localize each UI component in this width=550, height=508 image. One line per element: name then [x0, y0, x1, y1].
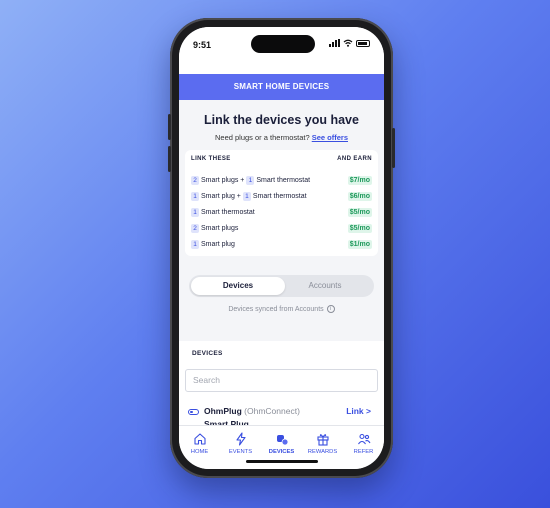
status-time: 9:51	[193, 40, 212, 50]
tab-devices-segment[interactable]: Devices	[191, 277, 285, 295]
device-list-item[interactable]: OhmPlug (OhmConnect) Smart Plug Link >	[188, 406, 375, 425]
device-text: Smart plug +	[201, 192, 241, 200]
home-indicator	[246, 460, 318, 463]
offers-text: Need plugs or a thermostat?	[214, 133, 310, 142]
battery-icon	[356, 39, 370, 47]
home-icon	[193, 433, 206, 445]
earn-price: $5/mo	[347, 223, 372, 233]
device-text: Smart plug	[201, 240, 235, 248]
main-content[interactable]: Link the devices you have Need plugs or …	[179, 100, 384, 425]
device-text: Smart plugs	[201, 224, 239, 232]
device-text: Smart plugs +	[201, 176, 245, 184]
phone-screen: 9:51 SMART HOME DEVICES Link the devices…	[179, 27, 384, 469]
info-icon[interactable]: i	[326, 305, 335, 313]
synced-note: Devices synced from Accounts i	[179, 305, 384, 313]
count-badge: 1	[191, 191, 199, 201]
tab-refer[interactable]: REFER	[343, 426, 384, 469]
side-button-left-2	[168, 146, 171, 172]
bolt-icon	[235, 432, 246, 446]
side-button-right	[392, 128, 395, 168]
plug-icon	[188, 409, 199, 415]
page-header: SMART HOME DEVICES	[179, 74, 384, 100]
tab-home-label: HOME	[190, 449, 209, 455]
devices-icon	[276, 435, 288, 446]
tab-rewards-label: REWARDS	[307, 449, 338, 455]
status-icons	[329, 39, 370, 47]
gift-icon	[316, 434, 329, 446]
device-name: OhmPlug (OhmConnect)	[204, 406, 300, 416]
device-name-text: OhmPlug	[204, 406, 242, 416]
earn-price: $7/mo	[347, 175, 372, 185]
signal-icon	[329, 39, 340, 47]
and-earn-label: AND EARN	[337, 156, 372, 162]
devices-panel: DEVICES Search OhmPlug (OhmConnect) Smar…	[179, 341, 384, 425]
earn-card-header: LINK THESE AND EARN	[191, 156, 372, 162]
users-icon	[357, 433, 370, 445]
tab-devices-label: DEVICES	[268, 449, 295, 455]
count-badge: 2	[191, 175, 199, 185]
earn-row: 1 Smart plug + 1 Smart thermostat $6/mo	[191, 188, 372, 204]
tab-refer-label: REFER	[353, 449, 374, 455]
earn-rows: 2 Smart plugs + 1 Smart thermostat $7/mo…	[191, 172, 372, 252]
earn-price: $5/mo	[347, 207, 372, 217]
count-badge: 1	[191, 207, 199, 217]
link-these-label: LINK THESE	[191, 156, 231, 162]
count-badge: 1	[191, 239, 199, 249]
tab-home[interactable]: HOME	[179, 426, 220, 469]
page-title: Link the devices you have	[204, 113, 359, 127]
phone-frame: 9:51 SMART HOME DEVICES Link the devices…	[168, 18, 395, 478]
synced-text: Devices synced from Accounts	[228, 305, 324, 313]
wifi-icon	[343, 39, 353, 47]
earn-row: 2 Smart plugs $5/mo	[191, 220, 372, 236]
device-text: Smart thermostat	[252, 192, 307, 200]
earn-price: $6/mo	[347, 191, 372, 201]
status-bar: 9:51	[179, 27, 384, 74]
count-badge: 2	[191, 223, 199, 233]
earn-row: 1 Smart plug $1/mo	[191, 236, 372, 252]
side-button-left	[168, 114, 171, 140]
device-text: Smart thermostat	[201, 208, 255, 216]
search-input[interactable]: Search	[185, 369, 378, 392]
dynamic-island	[251, 35, 315, 53]
link-device-button[interactable]: Link >	[346, 406, 371, 416]
tab-events-label: EVENTS	[228, 449, 253, 455]
earn-price: $1/mo	[347, 239, 372, 249]
device-source: (OhmConnect)	[244, 406, 300, 416]
earn-card: LINK THESE AND EARN 2 Smart plugs + 1 Sm…	[185, 150, 378, 256]
devices-section-label: DEVICES	[192, 350, 223, 357]
earn-row: 1 Smart thermostat $5/mo	[191, 204, 372, 220]
tab-accounts-segment[interactable]: Accounts	[278, 277, 372, 295]
earn-row: 2 Smart plugs + 1 Smart thermostat $7/mo	[191, 172, 372, 188]
count-badge: 1	[242, 191, 251, 201]
count-badge: 1	[246, 175, 255, 185]
offers-line: Need plugs or a thermostat? See offers	[179, 133, 384, 142]
devices-accounts-toggle: Devices Accounts	[189, 275, 374, 297]
see-offers-link[interactable]: See offers	[312, 133, 348, 142]
device-text: Smart thermostat	[256, 176, 311, 184]
